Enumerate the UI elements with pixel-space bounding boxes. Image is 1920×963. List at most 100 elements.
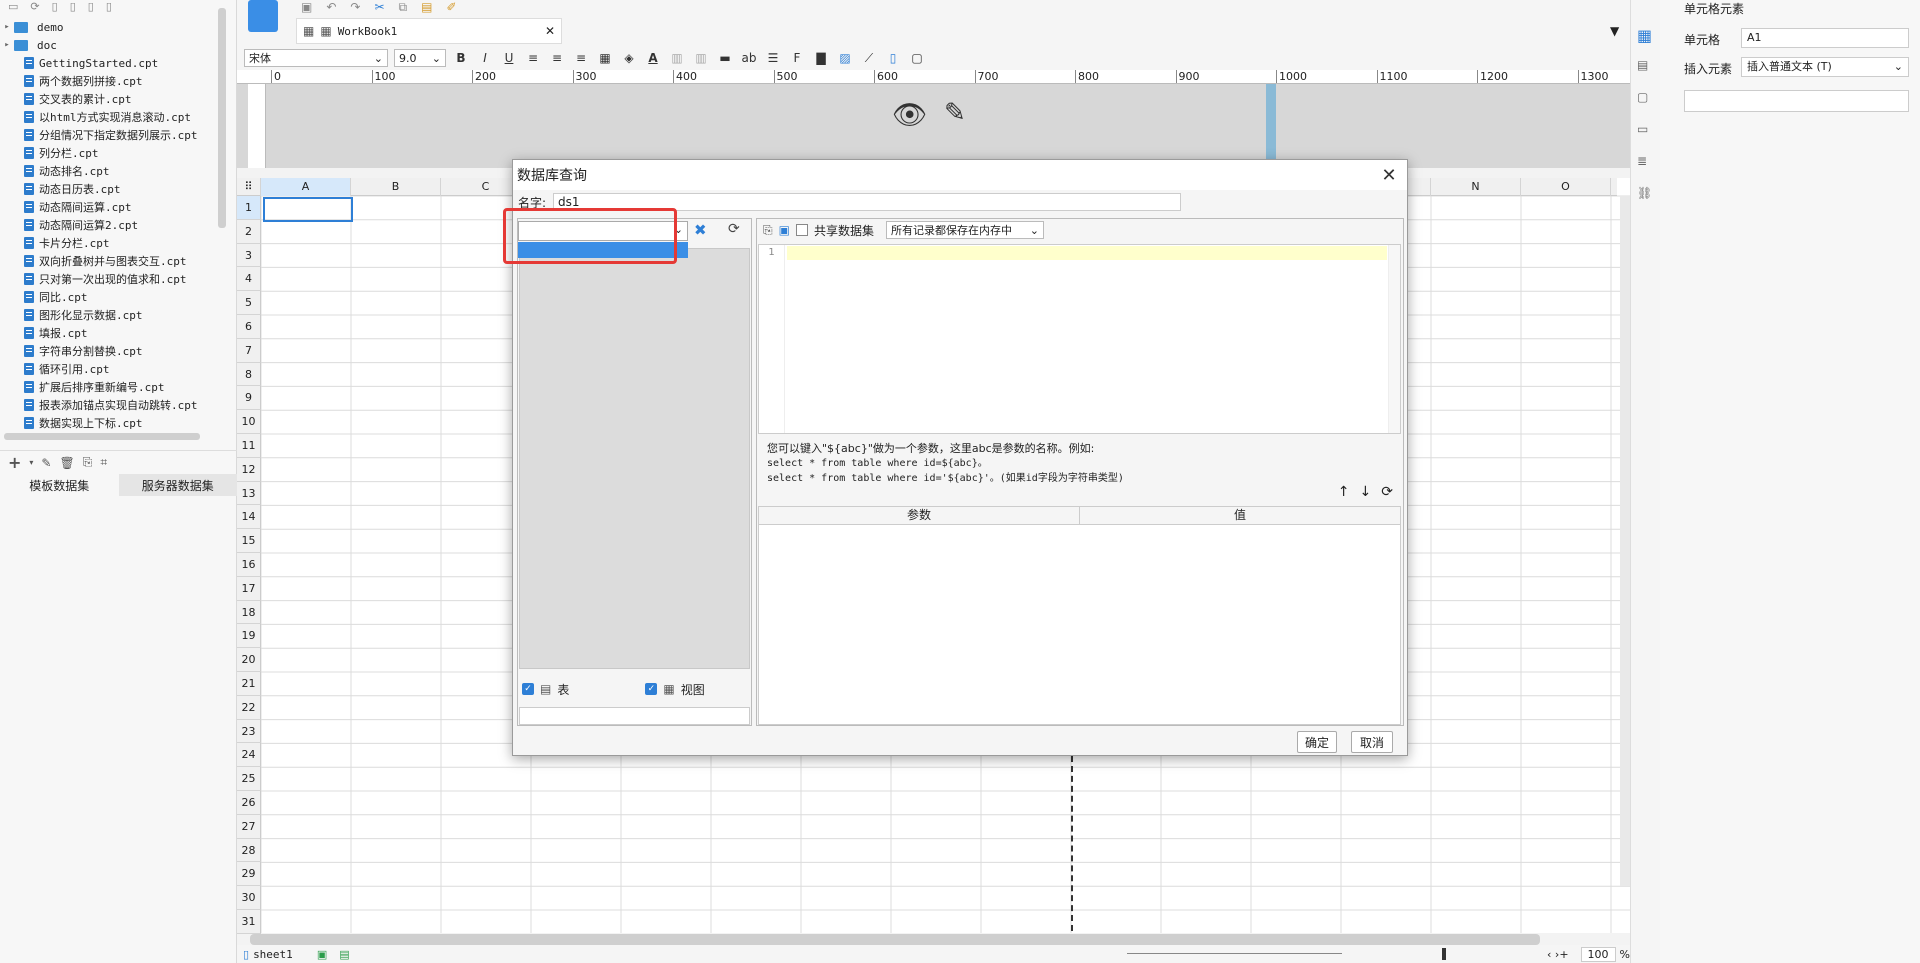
delete-icon[interactable]: ▯ (88, 0, 94, 13)
tree-folder[interactable]: ▸ demo (0, 18, 218, 36)
tab-menu-icon[interactable]: ▼ (1610, 24, 1619, 38)
row-header-cell[interactable]: 18 (237, 600, 261, 625)
row-header-cell[interactable]: 24 (237, 743, 261, 768)
row-header-cell[interactable]: 2 (237, 219, 261, 244)
table-checkbox[interactable]: ✓ (522, 683, 534, 695)
view-checkbox[interactable]: ✓ (645, 683, 658, 695)
chart-icon[interactable]: ▇ (812, 49, 830, 67)
row-header-cell[interactable]: 27 (237, 814, 261, 839)
move-up-icon[interactable]: ↑ (1338, 484, 1350, 500)
cell-content-input[interactable] (1684, 90, 1909, 112)
tree-file[interactable]: 列分栏.cpt (0, 144, 218, 162)
column-header-cell[interactable]: O (1521, 178, 1611, 196)
row-header-cell[interactable]: 5 (237, 291, 261, 315)
tree-folder[interactable]: ▸ doc (0, 36, 218, 54)
row-header-cell[interactable]: 17 (237, 576, 261, 601)
refresh-icon[interactable]: ⟳ (30, 0, 39, 13)
column-header-cell[interactable]: N (1431, 178, 1521, 196)
widget-icon[interactable]: ▭ (1637, 122, 1648, 136)
row-header-cell[interactable]: 16 (237, 553, 261, 577)
cell-attr-icon[interactable]: ▤ (1637, 58, 1648, 72)
align-center-icon[interactable]: ≡ (548, 49, 566, 67)
dropdown-icon[interactable]: ▾ (29, 458, 33, 467)
preview-icon[interactable]: ⎘ (83, 455, 93, 470)
add-dataset-icon[interactable]: + (8, 453, 21, 472)
italic-button[interactable]: I (476, 49, 494, 67)
hide-icon[interactable]: 👁 (892, 98, 928, 131)
save-param-icon[interactable]: ▣ (779, 223, 790, 237)
format-brush-icon[interactable]: ✐ (446, 0, 456, 15)
tree-file[interactable]: 卡片分栏.cpt (0, 234, 218, 252)
sheet-tab[interactable]: sheet1 (253, 948, 293, 961)
font-size-select[interactable]: 9.0 ⌄ (394, 49, 446, 67)
zoom-in-icon[interactable]: + (1559, 948, 1568, 961)
font-color-icon[interactable]: A (644, 49, 662, 67)
table-search-input[interactable] (519, 707, 750, 725)
trash-icon[interactable]: 🗑 (59, 456, 74, 470)
row-header-cell[interactable]: 31 (237, 910, 261, 934)
row-header-cell[interactable]: 14 (237, 505, 261, 530)
cut-icon[interactable]: ✂ (374, 0, 384, 15)
row-header-cell[interactable]: 13 (237, 481, 261, 506)
column-header-cell[interactable]: B (351, 178, 441, 196)
select-all-corner[interactable]: ⠿ (237, 178, 261, 196)
tree-file[interactable]: 动态隔间运算.cpt (0, 198, 218, 216)
row-header-cell[interactable]: 9 (237, 386, 261, 411)
add-form-icon[interactable]: ▤ (339, 948, 349, 961)
tree-file[interactable]: 只对第一次出现的值求和.cpt (0, 270, 218, 288)
row-header-cell[interactable]: 19 (237, 624, 261, 649)
close-icon[interactable]: ✕ (1379, 165, 1399, 186)
sql-editor[interactable]: 1 (758, 244, 1401, 434)
row-header-cell[interactable]: 25 (237, 767, 261, 791)
tree-vertical-scrollbar[interactable] (218, 8, 226, 228)
new-folder-icon[interactable]: ▭ (8, 0, 18, 13)
share-checkbox[interactable] (795, 224, 808, 236)
template-menu-icon[interactable] (248, 0, 278, 32)
expand-icon[interactable]: ▸ (0, 22, 14, 32)
more-icon[interactable]: ▢ (908, 49, 926, 67)
expand-icon[interactable]: ▸ (0, 40, 14, 50)
workbook-tab[interactable]: WorkBook1 (338, 25, 539, 38)
edit-pencil-icon[interactable]: ✎ (944, 98, 966, 128)
hyperlink-icon[interactable]: ⛓ (1637, 186, 1652, 200)
insert-type-select[interactable]: 插入普通文本 (T) ⌄ (1741, 57, 1909, 77)
tree-file[interactable]: 动态日历表.cpt (0, 180, 218, 198)
redo-icon[interactable]: ↷ (350, 0, 360, 15)
text-icon[interactable]: ab (740, 49, 758, 67)
insert-row-icon[interactable]: ▬ (716, 49, 734, 67)
close-tab-icon[interactable]: ✕ (545, 24, 561, 38)
table-list[interactable] (519, 248, 750, 669)
row-header-cell[interactable]: 11 (237, 434, 261, 458)
cell-input[interactable]: A1 (1741, 28, 1909, 48)
grid-vertical-scrollbar[interactable] (1620, 196, 1630, 886)
param-table[interactable]: 参数 值 (758, 506, 1401, 725)
underline-button[interactable]: U (500, 49, 518, 67)
sql-icon[interactable]: ⌗ (100, 455, 107, 470)
row-header-cell[interactable]: 28 (237, 838, 261, 863)
row-header-cell[interactable]: 26 (237, 791, 261, 815)
cell-element-icon[interactable]: ▦ (1637, 26, 1652, 45)
row-header-cell[interactable]: 20 (237, 648, 261, 672)
border-icon[interactable]: ▦ (596, 49, 614, 67)
fill-color-icon[interactable]: ◈ (620, 49, 638, 67)
cache-select[interactable]: 所有记录都保存在内存中 ⌄ (885, 221, 1044, 239)
preview-icon[interactable]: ⎘ (763, 223, 773, 238)
copy-icon[interactable]: ▯ (52, 0, 58, 13)
tab-template-dataset[interactable]: 模板数据集 (0, 474, 119, 496)
zoom-slider[interactable] (1127, 953, 1342, 954)
ok-button[interactable]: 确定 (1297, 731, 1337, 753)
tree-file[interactable]: 数据实现上下标.cpt (0, 414, 218, 432)
row-header-cell[interactable]: 7 (237, 338, 261, 363)
move-icon[interactable]: ▯ (70, 0, 76, 13)
tree-file[interactable]: GettingStarted.cpt (0, 54, 218, 72)
image-icon[interactable]: ▨ (836, 49, 854, 67)
slash-icon[interactable]: ⟋ (860, 49, 878, 67)
row-header-cell[interactable]: 21 (237, 672, 261, 696)
tree-file[interactable]: 报表添加锚点实现自动跳转.cpt (0, 396, 218, 414)
move-down-icon[interactable]: ↓ (1360, 484, 1372, 500)
bold-button[interactable]: B (452, 49, 470, 67)
float-element-icon[interactable]: ▢ (1637, 90, 1648, 104)
tree-file[interactable]: 交叉表的累计.cpt (0, 90, 218, 108)
row-header-cell[interactable]: 22 (237, 695, 261, 720)
zoom-out-icon[interactable]: ‹ › (1547, 948, 1559, 961)
